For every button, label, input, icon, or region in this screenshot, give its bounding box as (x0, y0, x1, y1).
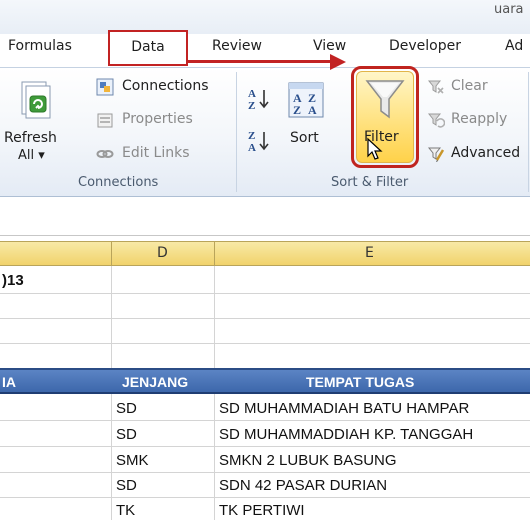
annotation-arrow-head (330, 54, 346, 70)
sort-button[interactable]: A Z Z A Sort (284, 78, 334, 168)
reapply-filter-icon (427, 113, 445, 128)
gridline (0, 497, 530, 498)
clear-filter-icon (427, 80, 444, 94)
jenjang-cell[interactable]: SD (116, 400, 137, 417)
tab-review[interactable]: Review (212, 38, 262, 54)
sort-z-to-a-button[interactable]: Z A (246, 128, 272, 154)
reapply-label: Reapply (451, 111, 508, 127)
refresh-all-dropdown: All ▾ (18, 148, 45, 163)
advanced-label: Advanced (451, 145, 521, 161)
svg-text:A: A (248, 88, 256, 100)
connections-label: Connections (122, 78, 209, 94)
refresh-all-label: Refresh (4, 130, 57, 146)
tempat-tugas-cell[interactable]: SD MUHAMMADDIAH KP. TANGGAH (219, 426, 473, 443)
svg-text:Z: Z (293, 103, 301, 117)
clear-label: Clear (451, 78, 488, 94)
refresh-all-button[interactable]: Refresh All ▾ (4, 78, 64, 170)
gridline (0, 318, 530, 319)
group-divider (528, 72, 529, 192)
jenjang-cell[interactable]: SD (116, 477, 137, 494)
properties-icon (97, 113, 113, 128)
table-header-partial[interactable]: IA (2, 374, 16, 390)
svg-text:A: A (248, 142, 256, 154)
link-icon (96, 150, 114, 158)
gridline (0, 472, 530, 473)
table-header-jenjang[interactable]: JENJANG (122, 374, 188, 390)
table-header-tempat-tugas[interactable]: TEMPAT TUGAS (306, 374, 414, 390)
filter-callout-box (351, 66, 419, 168)
tempat-tugas-cell[interactable]: SD MUHAMMADIAH BATU HAMPAR (219, 400, 469, 417)
table-header-row: IA JENJANG TEMPAT TUGAS (0, 368, 530, 394)
properties-label: Properties (122, 111, 193, 127)
tab-view[interactable]: View (313, 38, 346, 54)
tempat-tugas-cell[interactable]: TK PERTIWI (219, 502, 305, 519)
gridline (0, 293, 530, 294)
advanced-filter-icon (427, 147, 445, 162)
gridline (0, 420, 530, 421)
group-divider (236, 72, 237, 192)
title-bar: uara (0, 0, 530, 34)
tab-data[interactable]: Data (108, 30, 188, 66)
tempat-tugas-cell[interactable]: SDN 42 PASAR DURIAN (219, 477, 387, 494)
column-header-e[interactable]: E (365, 245, 374, 261)
gridline (0, 446, 530, 447)
column-separator (111, 242, 112, 266)
sort-ascending-icon: A Z (248, 88, 269, 112)
column-headers: D E (0, 241, 530, 266)
svg-text:A: A (308, 103, 317, 117)
annotation-arrow-shaft (188, 60, 338, 63)
connections-icon (96, 78, 114, 96)
column-header-d[interactable]: D (157, 245, 168, 261)
edit-links-label: Edit Links (122, 145, 190, 161)
connections-group-label: Connections (78, 175, 159, 190)
refresh-icon (21, 81, 51, 119)
svg-text:Z: Z (248, 100, 255, 112)
year-cell[interactable]: )13 (2, 272, 24, 289)
sort-label: Sort (290, 130, 319, 146)
column-separator (214, 242, 215, 266)
window-title: uara (494, 2, 524, 17)
gridline (0, 343, 530, 344)
svg-text:Z: Z (248, 130, 255, 142)
sort-a-to-z-button[interactable]: A Z (246, 86, 272, 112)
jenjang-cell[interactable]: SD (116, 426, 137, 443)
tab-formulas[interactable]: Formulas (8, 38, 72, 54)
tempat-tugas-cell[interactable]: SMKN 2 LUBUK BASUNG (219, 452, 397, 469)
sort-dialog-icon: A Z Z A (288, 82, 324, 118)
jenjang-cell[interactable]: SMK (116, 452, 149, 469)
tab-developer[interactable]: Developer (389, 38, 461, 54)
tab-add-ins[interactable]: Ad (505, 38, 523, 54)
sort-descending-icon: Z A (248, 130, 269, 154)
formula-bar[interactable] (0, 198, 530, 236)
sort-filter-group-label: Sort & Filter (331, 175, 409, 190)
jenjang-cell[interactable]: TK (116, 502, 135, 519)
